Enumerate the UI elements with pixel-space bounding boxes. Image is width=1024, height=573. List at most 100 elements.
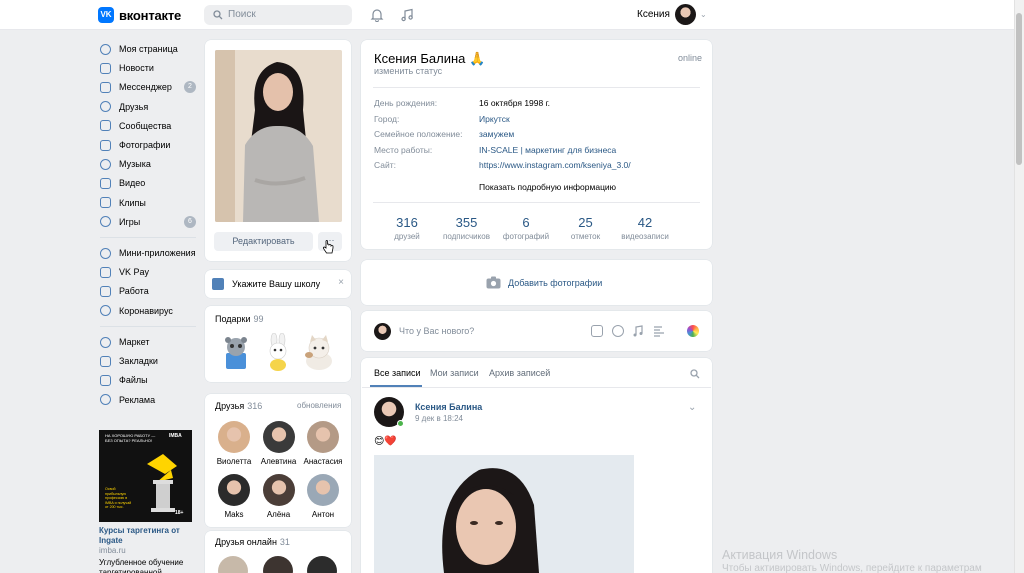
- info-value[interactable]: замужем: [479, 129, 514, 139]
- menu-item[interactable]: Реклама: [100, 392, 155, 408]
- gifts-header[interactable]: Подарки 99: [215, 314, 264, 324]
- menu-item-label: Игры: [119, 216, 141, 227]
- menu-item[interactable]: Файлы: [100, 372, 148, 388]
- menu-item[interactable]: Сообщества: [100, 118, 171, 134]
- friends-updates-link[interactable]: обновления: [297, 401, 341, 410]
- menu-counter-badge: 2: [184, 81, 196, 94]
- menu-item-label: Моя страница: [119, 44, 178, 54]
- info-value[interactable]: IN-SCALE | маркетинг для бизнеса: [479, 145, 616, 155]
- info-value[interactable]: Иркутск: [479, 114, 510, 124]
- status-edit-link[interactable]: изменить статус: [374, 66, 442, 76]
- gift-raccoon-icon[interactable]: [219, 333, 253, 371]
- article-attach-icon[interactable]: [653, 325, 665, 337]
- profile-name: Ксения Балина 🙏: [374, 51, 486, 66]
- friends-header[interactable]: Друзья 316: [215, 401, 262, 411]
- online-indicator: [397, 420, 404, 427]
- wall-tab[interactable]: Мои записи: [430, 368, 479, 378]
- search-input[interactable]: Поиск: [204, 5, 352, 25]
- news-icon: [100, 62, 111, 74]
- friends-count: 316: [247, 401, 263, 411]
- vk-logo-icon[interactable]: VK: [98, 7, 114, 23]
- windows-activation-text: Чтобы активировать Windows, перейдите к …: [722, 563, 982, 573]
- video-attach-icon[interactable]: [612, 325, 624, 337]
- friend-avatar: [307, 474, 339, 506]
- post-composer[interactable]: Что у Вас нового?: [361, 311, 712, 351]
- show-more-info-link[interactable]: Показать подробную информацию: [479, 182, 616, 192]
- wall-tab[interactable]: Все записи: [374, 368, 421, 378]
- add-photo-label: Добавить фотографии: [508, 278, 603, 288]
- friend-item[interactable]: Алёна: [257, 474, 301, 519]
- wall-tab[interactable]: Архив записей: [489, 368, 550, 378]
- photo-attach-icon[interactable]: [591, 325, 603, 337]
- friends-online-header[interactable]: Друзья онлайн 31: [215, 537, 290, 547]
- friend-name: Maks: [224, 510, 244, 519]
- post-author-name[interactable]: Ксения Балина: [415, 402, 482, 412]
- menu-item[interactable]: Мини-приложения: [100, 245, 196, 261]
- search-icon[interactable]: [690, 369, 700, 379]
- menu-item[interactable]: Закладки: [100, 353, 158, 369]
- menu-item[interactable]: Мессенджер: [100, 79, 172, 95]
- friend-item[interactable]: Maks: [212, 474, 256, 519]
- friend-item[interactable]: Алевтина: [257, 421, 301, 466]
- colorful-settings-icon[interactable]: [687, 325, 699, 337]
- menu-item[interactable]: Новости: [100, 60, 154, 76]
- friends-title: Друзья: [215, 401, 245, 411]
- add-photo-button[interactable]: Добавить фотографии: [361, 260, 712, 305]
- music-attach-icon[interactable]: [632, 325, 644, 337]
- bell-icon[interactable]: [370, 8, 384, 22]
- post-text: 😊❤️: [374, 436, 397, 447]
- friend-item[interactable]: Виолетта: [212, 421, 256, 466]
- profile-stat[interactable]: 42 видеозаписи: [610, 215, 680, 241]
- menu-item[interactable]: Коронавирус: [100, 303, 173, 319]
- menu-item[interactable]: Фотографии: [100, 137, 170, 153]
- clips-icon: [100, 197, 111, 209]
- ad-title[interactable]: Курсы таргетинга от Ingate: [99, 526, 193, 546]
- school-prompt[interactable]: Укажите Вашу школу ×: [205, 270, 351, 298]
- menu-item[interactable]: Работа: [100, 283, 149, 299]
- chevron-down-icon[interactable]: ⌄: [688, 402, 696, 413]
- menu-item[interactable]: Клипы: [100, 195, 146, 211]
- menu-item[interactable]: Игры: [100, 214, 140, 230]
- music-note-icon[interactable]: [400, 8, 414, 22]
- friend-item[interactable]: Анастасия: [301, 421, 345, 466]
- gift-cat-icon[interactable]: [302, 333, 336, 371]
- menu-item-label: Видео: [119, 178, 146, 189]
- camera-icon: [486, 276, 501, 289]
- chevron-down-icon[interactable]: ⌄: [700, 10, 707, 19]
- menu-item[interactable]: Музыка: [100, 156, 151, 172]
- vkpay-icon: [100, 266, 111, 278]
- composer-placeholder: Что у Вас нового?: [399, 326, 475, 336]
- header-user-name[interactable]: Ксения: [637, 9, 670, 20]
- edit-profile-button[interactable]: Редактировать: [214, 232, 313, 251]
- menu-separator: [100, 237, 196, 238]
- close-icon[interactable]: ×: [338, 277, 344, 288]
- info-value[interactable]: https://www.instagram.com/kseniya_3.0/: [479, 160, 631, 170]
- profile-photo[interactable]: [215, 50, 342, 222]
- school-icon: [212, 278, 224, 290]
- friend-item[interactable]: Антон: [301, 474, 345, 519]
- menu-item[interactable]: Друзья: [100, 99, 148, 115]
- menu-item[interactable]: VK Pay: [100, 264, 149, 280]
- gift-bunny-icon[interactable]: [261, 333, 295, 371]
- virus-icon: [100, 305, 111, 317]
- info-label: Семейное положение:: [374, 129, 463, 139]
- info-value: 16 октября 1998 г.: [479, 98, 551, 108]
- friends-icon: [100, 101, 111, 113]
- hand-cursor-icon: [322, 240, 334, 254]
- menu-item[interactable]: Видео: [100, 175, 145, 191]
- menu-item[interactable]: Маркет: [100, 334, 149, 350]
- menu-item-label: Закладки: [119, 356, 158, 367]
- logo-text[interactable]: вконтакте: [119, 8, 181, 23]
- header-avatar[interactable]: [675, 4, 696, 25]
- ad-banner[interactable]: НА ХОРОШУЮ РАБОТУ — БЕЗ ОПЫТА? РЕАЛЬНО! …: [99, 430, 192, 522]
- ad-description: Углубленное обучение таргетированной: [99, 558, 184, 573]
- files-icon: [100, 374, 111, 386]
- post-image[interactable]: [374, 455, 634, 573]
- post-date[interactable]: 9 дек в 18:24: [415, 414, 463, 423]
- school-label: Укажите Вашу школу: [232, 279, 321, 289]
- games-icon: [100, 216, 111, 228]
- ad-domain[interactable]: imba.ru: [99, 546, 126, 555]
- stat-number: 42: [637, 215, 653, 230]
- menu-item[interactable]: Моя страница: [100, 41, 178, 57]
- scrollbar-thumb[interactable]: [1016, 13, 1022, 165]
